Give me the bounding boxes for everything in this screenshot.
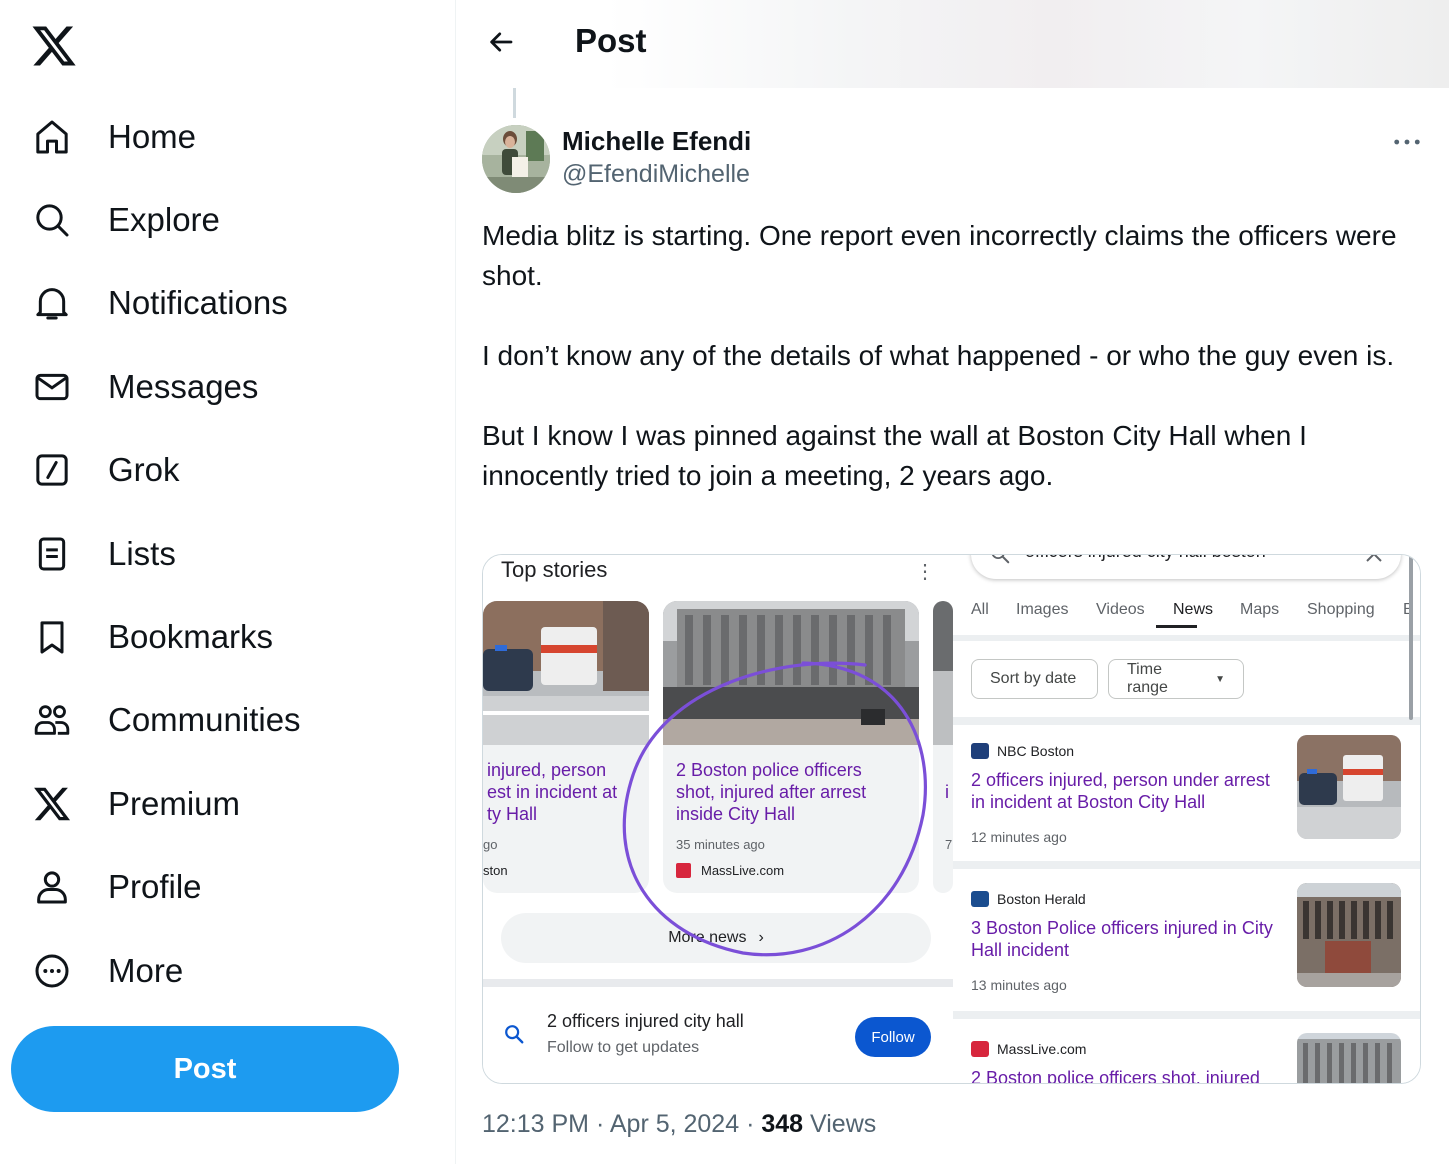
grok-icon [28, 446, 76, 494]
meta-separator: · [739, 1110, 762, 1138]
nav-home-label: Home [108, 118, 197, 155]
nav-lists[interactable]: Lists [28, 524, 428, 584]
nav-home[interactable]: Home [28, 107, 428, 167]
x-logo-icon[interactable] [30, 22, 78, 70]
nav-notifications[interactable]: Notifications [28, 273, 428, 333]
annotation-circle [622, 661, 927, 957]
nav-messages[interactable]: Messages [28, 357, 428, 417]
views-label: Views [803, 1110, 877, 1138]
bell-icon [28, 279, 76, 327]
nav-more-label: More [108, 952, 184, 989]
page-title: Post [575, 22, 647, 59]
nav-profile[interactable]: Profile [28, 857, 428, 917]
main-column: Post Michelle Efendi @EfendiMichelle Med… [457, 0, 1449, 1164]
nav-premium-label: Premium [108, 785, 241, 822]
search-icon [28, 196, 76, 244]
views-count: 348 [761, 1110, 804, 1138]
nav-bookmarks-label: Bookmarks [108, 618, 274, 655]
nav-more[interactable]: More [28, 941, 428, 1001]
communities-icon [28, 696, 76, 744]
nav-lists-label: Lists [108, 535, 176, 572]
nav-explore-label: Explore [108, 201, 220, 238]
nav-bookmarks[interactable]: Bookmarks [28, 607, 428, 667]
back-arrow-icon[interactable] [481, 22, 521, 62]
nav-premium[interactable]: Premium [28, 774, 428, 834]
list-icon [28, 530, 76, 578]
tweet-media-image[interactable]: Top stories ⋮ injured, person est in inc… [482, 554, 1421, 1084]
thread-connector [513, 88, 516, 118]
more-options-icon[interactable] [1389, 128, 1425, 156]
home-icon [28, 113, 76, 161]
author-handle[interactable]: @EfendiMichelle [562, 160, 750, 189]
nav-messages-label: Messages [108, 368, 259, 405]
avatar[interactable] [482, 125, 550, 193]
nav-explore[interactable]: Explore [28, 190, 428, 250]
meta-separator: · [589, 1110, 610, 1138]
author-name[interactable]: Michelle Efendi [562, 126, 751, 157]
tweet-meta: 12:13 PM · Apr 5, 2024 · 348 Views [482, 1110, 876, 1139]
envelope-icon [28, 363, 76, 411]
more-circle-icon [28, 947, 76, 995]
bookmark-icon [28, 613, 76, 661]
tweet-date[interactable]: Apr 5, 2024 [610, 1110, 739, 1138]
nav-communities-label: Communities [108, 701, 301, 738]
person-icon [28, 863, 76, 911]
x-premium-icon [28, 780, 76, 828]
tweet-time[interactable]: 12:13 PM [482, 1110, 589, 1138]
nav-communities[interactable]: Communities [28, 690, 428, 750]
nav-profile-label: Profile [108, 868, 202, 905]
left-sidebar: Home Explore Notifications Messages Grok… [0, 0, 456, 1164]
tweet-text: Media blitz is starting. One report even… [482, 220, 1397, 491]
nav-grok-label: Grok [108, 451, 180, 488]
nav-notifications-label: Notifications [108, 284, 288, 321]
post-button[interactable]: Post [11, 1026, 399, 1112]
nav-grok[interactable]: Grok [28, 440, 428, 500]
